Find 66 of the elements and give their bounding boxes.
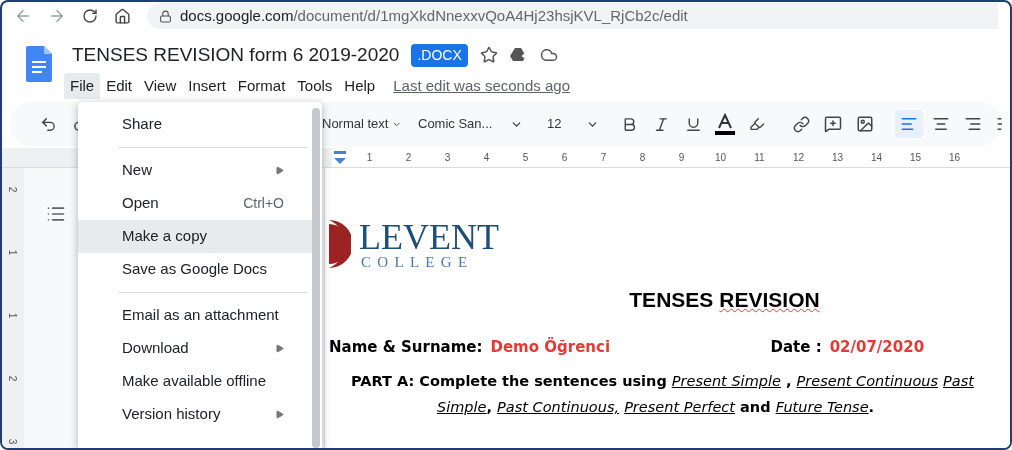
reload-icon[interactable] <box>82 8 98 24</box>
menu-bar-item[interactable]: Format <box>231 72 292 100</box>
menu-item[interactable]: Version history <box>78 398 312 431</box>
menu-bar-item[interactable]: Tools <box>291 72 339 100</box>
indent-marker-icon[interactable] <box>334 151 346 165</box>
url-text: docs.google.com/document/d/1mgXkdNnexxvQoA4Hj23hsjKVL_RjCb2c/edit <box>180 5 688 26</box>
menu-item[interactable]: Open Ctrl+O <box>78 187 312 220</box>
ruler-number: 4 <box>482 151 491 165</box>
back-icon[interactable] <box>14 7 32 25</box>
logo-text: LEVENT <box>359 219 499 255</box>
menu-item[interactable]: Share <box>78 108 312 141</box>
menu-item[interactable]: Make a copy <box>78 220 312 253</box>
scrollbar-icon[interactable] <box>312 108 320 448</box>
ruler-number: 2 <box>6 375 20 382</box>
style-dropdown[interactable]: Normal text <box>322 114 402 134</box>
ruler-number: 2 <box>6 186 20 193</box>
ruler-number: 1 <box>6 312 20 319</box>
ruler-number: 16 <box>947 151 962 165</box>
date-label: Date : <box>770 336 822 358</box>
ruler-number: 1 <box>6 249 20 256</box>
star-icon[interactable] <box>479 46 498 64</box>
menu-item[interactable]: Make available offline <box>78 365 312 398</box>
menu-item[interactable]: New <box>78 154 312 187</box>
ruler-number: 5 <box>521 151 530 165</box>
last-edit-link[interactable]: Last edit was seconds ago <box>393 74 570 98</box>
date-value: 02/07/2020 <box>829 336 925 358</box>
name-value: Demo Öğrenci <box>490 336 612 358</box>
ruler-number: 12 <box>791 151 806 165</box>
forward-icon[interactable] <box>48 7 66 25</box>
ruler-number: 14 <box>869 151 884 165</box>
lock-icon <box>159 9 172 23</box>
instruction-text: Simple, Past Continuous, Present Perfect and Future Tense. <box>436 398 876 417</box>
menu-bar-item[interactable]: Edit <box>100 72 139 100</box>
ruler-number: 7 <box>599 151 608 165</box>
document-title[interactable]: TENSES REVISION form 6 2019-2020 <box>72 40 400 70</box>
ruler-number: 8 <box>638 151 647 165</box>
menu-item[interactable]: Email as an attachment <box>78 299 312 332</box>
ruler-number: 2 <box>404 151 413 165</box>
menu-bar-item[interactable]: Insert <box>182 72 232 100</box>
ruler-number: 13 <box>830 151 845 165</box>
ruler-number: 6 <box>560 151 569 165</box>
document-heading: TENSES REVISION <box>629 287 820 313</box>
outline-icon[interactable] <box>46 204 66 224</box>
address-bar[interactable]: docs.google.com/document/d/1mgXkdNnexxvQoA4Hj23hsjKVL_RjCb2c/edit <box>147 3 998 29</box>
instruction-text: PART A: Complete the sentences using Present Simple , Present Continuous Past <box>350 372 976 391</box>
font-size-dropdown[interactable]: 12 <box>539 114 599 134</box>
menu-item[interactable]: Download <box>78 332 312 365</box>
file-type-badge: .DOCX <box>411 43 468 67</box>
align-left-icon[interactable] <box>895 110 923 138</box>
document-icon[interactable] <box>26 46 52 82</box>
ruler-number: 1 <box>365 151 374 165</box>
menu-item[interactable]: Save as Google Docs <box>78 253 312 286</box>
ruler-number: 3 <box>443 151 452 165</box>
menu-bar-item[interactable]: View <box>138 72 183 100</box>
ruler-number: 11 <box>753 151 766 165</box>
name-label: Name & Surname: <box>329 336 483 358</box>
menu-bar-item[interactable]: File <box>64 72 101 100</box>
home-icon[interactable] <box>114 7 131 25</box>
menu-bar-item[interactable]: Help <box>338 72 382 100</box>
ruler-number: 9 <box>677 151 686 165</box>
ruler-number: 15 <box>908 151 923 165</box>
ruler-number: 10 <box>713 151 728 165</box>
ruler-number: 3 <box>6 438 20 445</box>
logo-subtext: COLLEGE <box>360 255 475 270</box>
cloud-icon[interactable] <box>539 46 558 64</box>
font-dropdown[interactable]: Comic San... <box>418 114 523 134</box>
